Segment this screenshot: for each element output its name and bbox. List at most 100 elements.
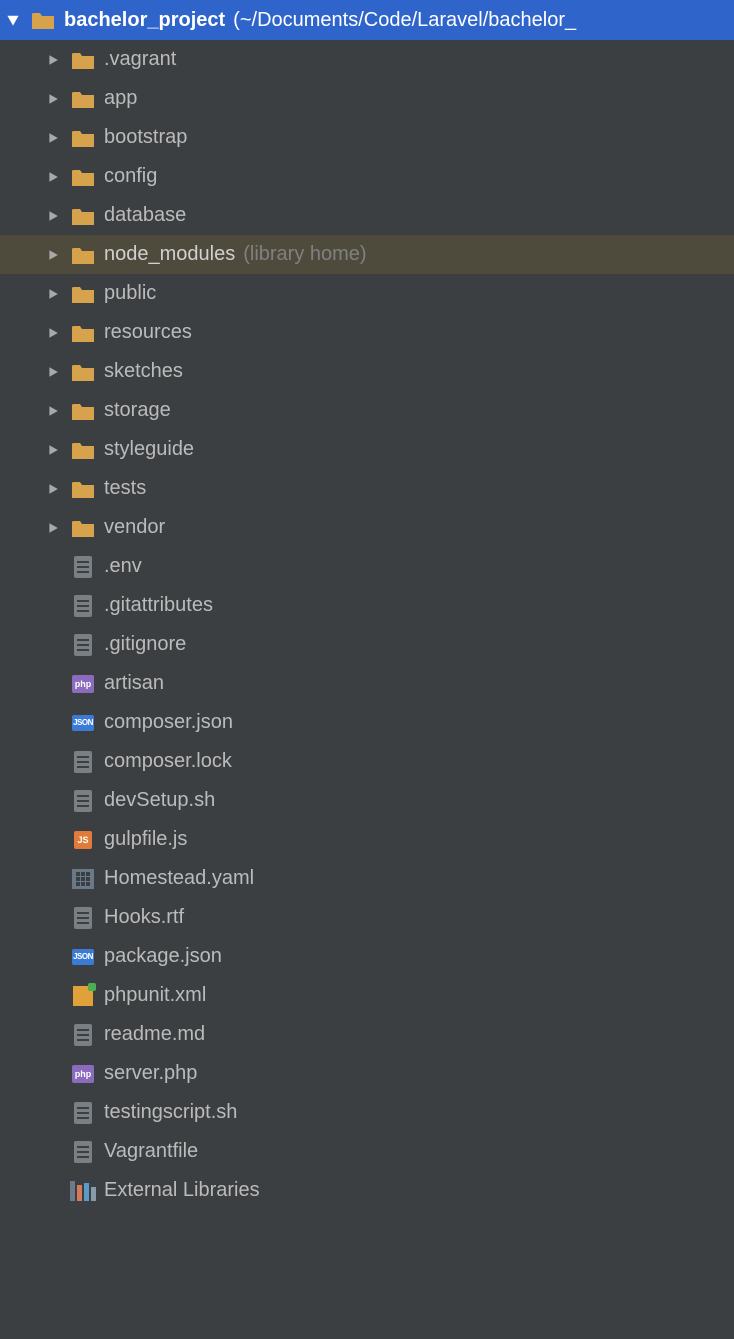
file-name: devSetup.sh (104, 789, 215, 812)
folder-name: app (104, 87, 137, 110)
file-row[interactable]: JSgulpfile.js (0, 820, 734, 859)
file-name: package.json (104, 945, 222, 968)
folder-icon (72, 283, 94, 305)
file-row[interactable]: composer.lock (0, 742, 734, 781)
folder-icon (72, 478, 94, 500)
file-row[interactable]: .env (0, 547, 734, 586)
folder-row[interactable]: node_modules(library home) (0, 235, 734, 274)
yaml-file-icon (72, 868, 94, 890)
file-row[interactable]: readme.md (0, 1015, 734, 1054)
expand-arrow-right-icon[interactable] (44, 168, 62, 186)
folder-row[interactable]: sketches (0, 352, 734, 391)
folder-row[interactable]: public (0, 274, 734, 313)
file-row[interactable]: php server.php (0, 1054, 734, 1093)
project-root-path: (~/Documents/Code/Laravel/bachelor_ (233, 9, 576, 32)
folder-name: resources (104, 321, 192, 344)
php-file-icon: php (72, 673, 94, 695)
folder-row[interactable]: tests (0, 469, 734, 508)
expand-arrow-right-icon[interactable] (44, 207, 62, 225)
project-root-row[interactable]: bachelor_project (~/Documents/Code/Larav… (0, 0, 734, 40)
folder-name: vendor (104, 516, 165, 539)
file-name: readme.md (104, 1023, 205, 1046)
folder-name: public (104, 282, 156, 305)
folder-name: .vagrant (104, 48, 176, 71)
expand-arrow-right-icon[interactable] (44, 129, 62, 147)
expand-arrow-right-icon[interactable] (44, 51, 62, 69)
folder-name: styleguide (104, 438, 194, 461)
file-row[interactable]: Hooks.rtf (0, 898, 734, 937)
folder-row[interactable]: storage (0, 391, 734, 430)
folder-name: bootstrap (104, 126, 187, 149)
file-row[interactable]: Homestead.yaml (0, 859, 734, 898)
expand-arrow-down-icon[interactable] (4, 11, 22, 29)
project-items: .vagrant app bootstrap config database node_m… (0, 40, 734, 1171)
folder-name: tests (104, 477, 146, 500)
folder-row[interactable]: bootstrap (0, 118, 734, 157)
folder-row[interactable]: database (0, 196, 734, 235)
expand-arrow-right-icon[interactable] (44, 285, 62, 303)
expand-arrow-right-icon[interactable] (44, 90, 62, 108)
expand-arrow-right-icon[interactable] (44, 519, 62, 537)
file-name: .env (104, 555, 142, 578)
file-name: Vagrantfile (104, 1140, 198, 1163)
file-icon (72, 907, 94, 929)
folder-icon (32, 9, 54, 31)
file-row[interactable]: JSONpackage.json (0, 937, 734, 976)
file-name: server.php (104, 1062, 197, 1085)
file-icon (72, 790, 94, 812)
json-file-icon: JSON (72, 712, 94, 734)
file-icon (72, 751, 94, 773)
folder-icon (72, 361, 94, 383)
file-icon (72, 1024, 94, 1046)
external-libraries-row[interactable]: External Libraries (0, 1171, 734, 1210)
folder-icon (72, 517, 94, 539)
libraries-icon (72, 1180, 94, 1202)
file-icon (72, 1141, 94, 1163)
file-row[interactable]: JSONcomposer.json (0, 703, 734, 742)
folder-icon (72, 439, 94, 461)
file-name: Hooks.rtf (104, 906, 184, 929)
folder-name: config (104, 165, 157, 188)
folder-icon (72, 49, 94, 71)
folder-icon (72, 244, 94, 266)
file-row[interactable]: .gitignore (0, 625, 734, 664)
expand-arrow-right-icon[interactable] (44, 480, 62, 498)
folder-row[interactable]: vendor (0, 508, 734, 547)
file-name: gulpfile.js (104, 828, 187, 851)
file-row[interactable]: phpunit.xml (0, 976, 734, 1015)
file-row[interactable]: Vagrantfile (0, 1132, 734, 1171)
folder-icon (72, 127, 94, 149)
folder-icon (72, 88, 94, 110)
folder-name: storage (104, 399, 171, 422)
expand-arrow-right-icon[interactable] (44, 324, 62, 342)
file-row[interactable]: .gitattributes (0, 586, 734, 625)
folder-row[interactable]: resources (0, 313, 734, 352)
file-icon (72, 556, 94, 578)
file-name: Homestead.yaml (104, 867, 254, 890)
file-name: artisan (104, 672, 164, 695)
folder-row[interactable]: .vagrant (0, 40, 734, 79)
folder-note: (library home) (243, 243, 366, 266)
file-icon (72, 595, 94, 617)
folder-row[interactable]: config (0, 157, 734, 196)
file-icon (72, 634, 94, 656)
file-name: .gitattributes (104, 594, 213, 617)
expand-arrow-right-icon[interactable] (44, 363, 62, 381)
folder-row[interactable]: styleguide (0, 430, 734, 469)
expand-arrow-right-icon[interactable] (44, 246, 62, 264)
expand-arrow-right-icon[interactable] (44, 402, 62, 420)
folder-name: database (104, 204, 186, 227)
expand-arrow-right-icon[interactable] (44, 441, 62, 459)
external-libraries-label: External Libraries (104, 1179, 260, 1202)
php-file-icon: php (72, 1063, 94, 1085)
folder-row[interactable]: app (0, 79, 734, 118)
file-row[interactable]: testingscript.sh (0, 1093, 734, 1132)
folder-icon (72, 322, 94, 344)
file-icon (72, 1102, 94, 1124)
file-row[interactable]: php artisan (0, 664, 734, 703)
folder-icon (72, 166, 94, 188)
folder-icon (72, 205, 94, 227)
file-name: phpunit.xml (104, 984, 206, 1007)
xml-file-icon (72, 985, 94, 1007)
file-row[interactable]: devSetup.sh (0, 781, 734, 820)
